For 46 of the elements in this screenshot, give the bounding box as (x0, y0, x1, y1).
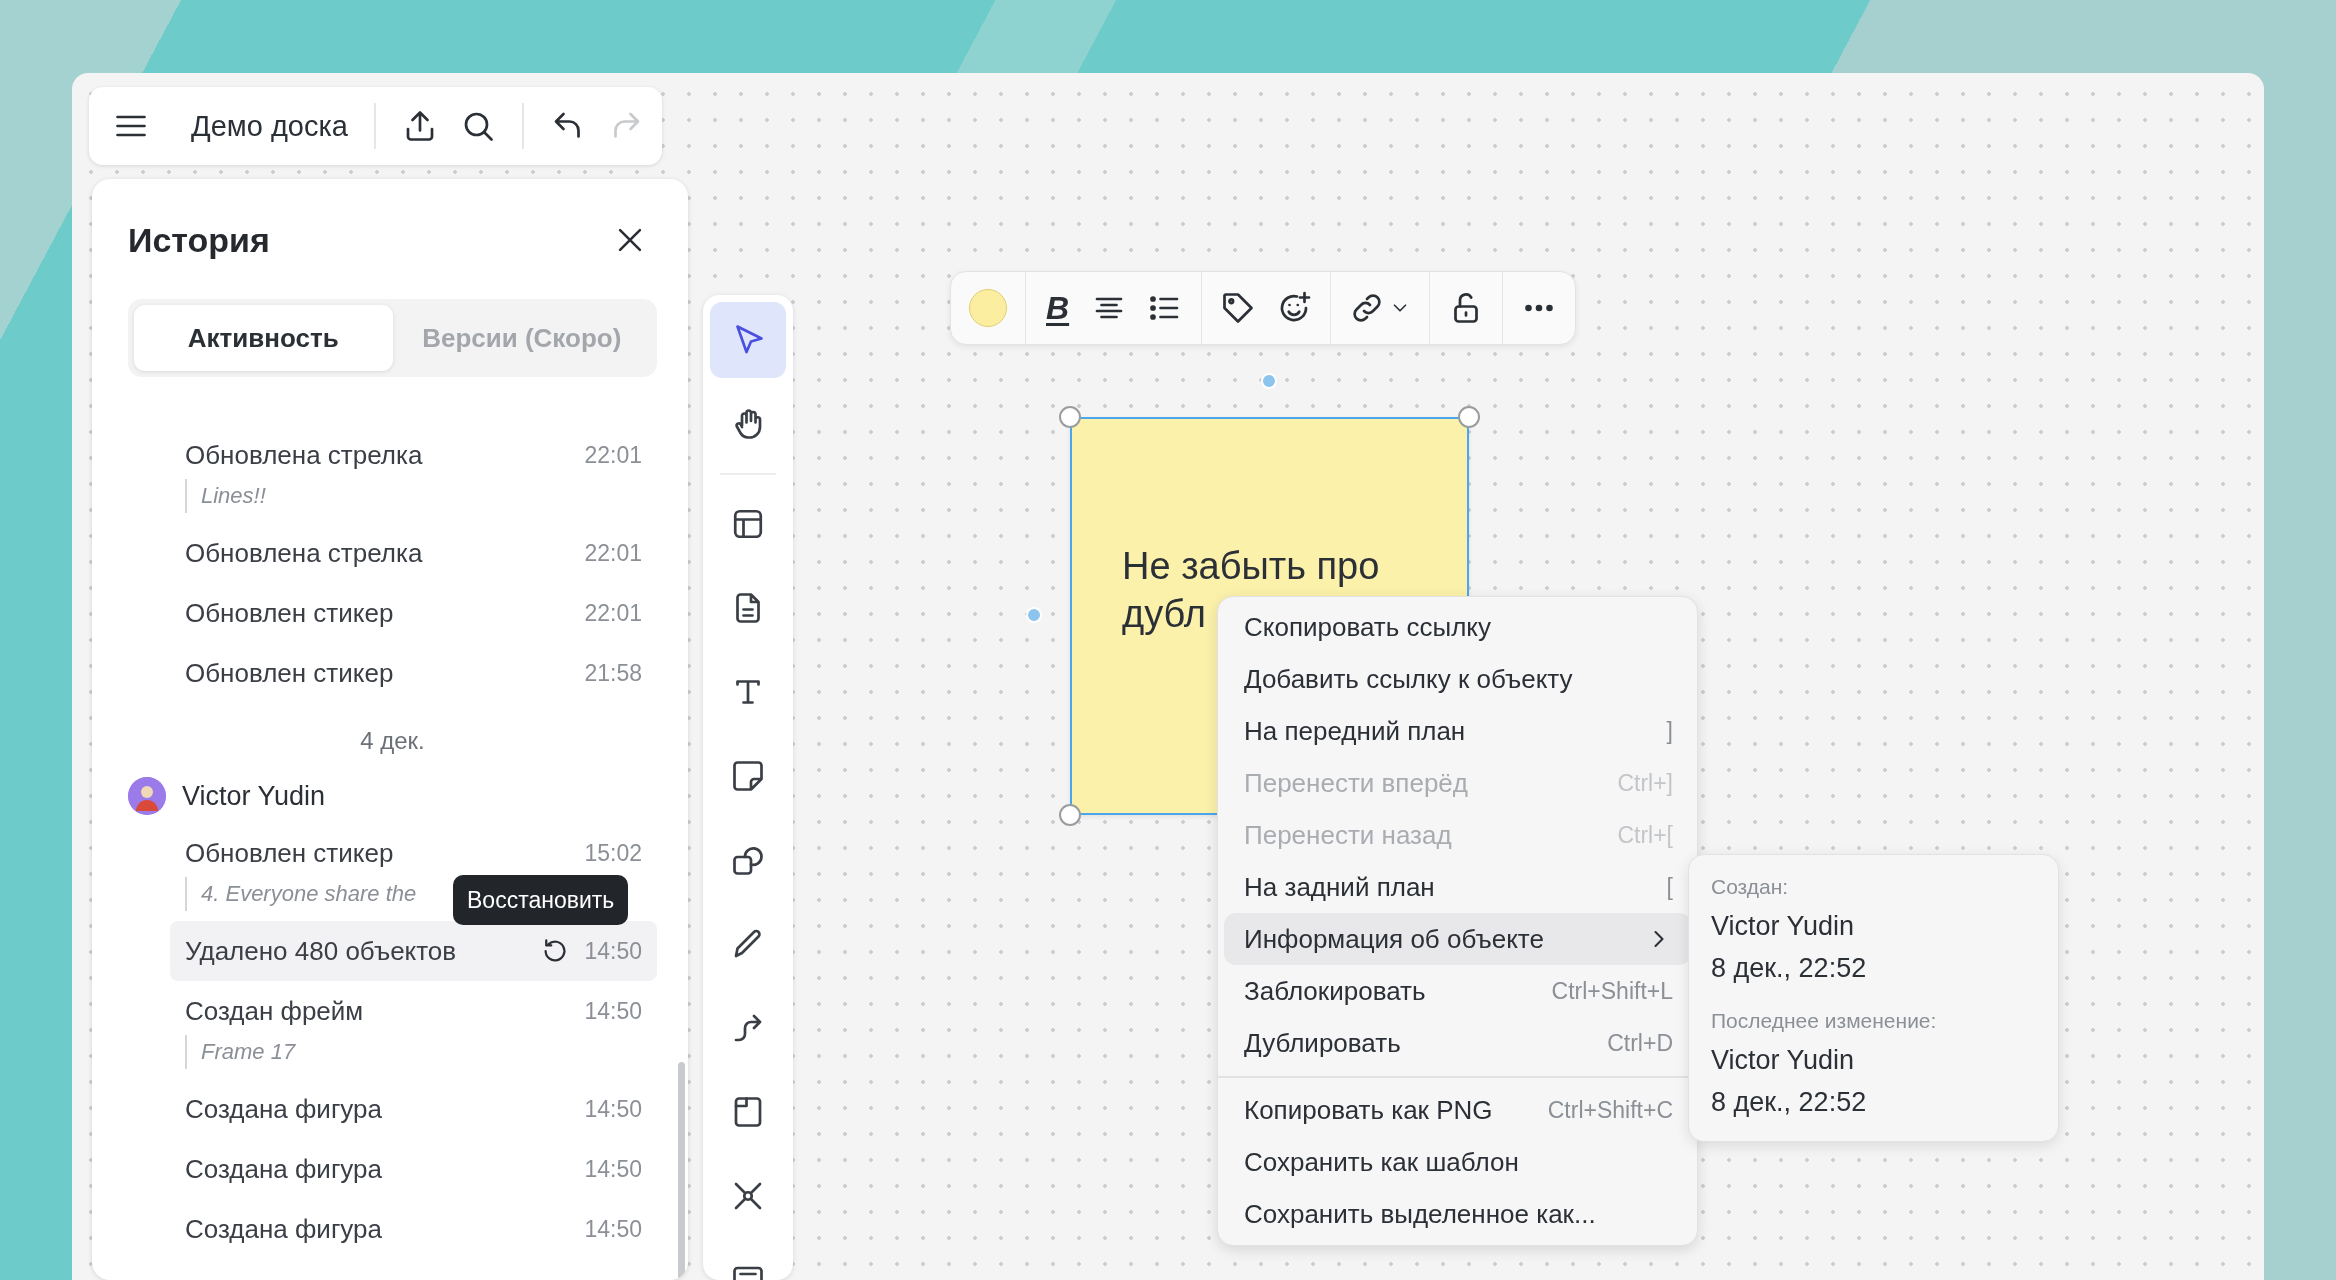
menu-item[interactable]: Заблокировать Ctrl+Shift+L (1224, 965, 1691, 1017)
sticky-text: дубл (1122, 592, 1206, 637)
info-label: Последнее изменение: (1711, 1008, 1938, 1034)
resize-handle[interactable] (1458, 406, 1480, 428)
scrollbar[interactable] (678, 1062, 685, 1280)
shortcut-hint: Ctrl+Shift+L (1551, 977, 1673, 1005)
shortcut-hint: Ctrl+Shift+C (1547, 1097, 1673, 1124)
menu-item[interactable]: Сохранить как шаблон (1224, 1136, 1691, 1189)
bold-button[interactable]: B (1044, 289, 1072, 327)
menu-item[interactable]: Сохранить выделенное как... (1224, 1188, 1691, 1241)
tool-button[interactable] (710, 302, 786, 378)
sticky-text: Не забыть про (1122, 544, 1380, 589)
shortcut-hint: [ (1666, 873, 1673, 901)
menu-item[interactable]: Добавить ссылку к объекту (1224, 653, 1691, 705)
menu-item[interactable]: Информация об объекте (1224, 913, 1691, 965)
shortcut-hint: ] (1666, 717, 1673, 745)
resize-handle[interactable] (1059, 804, 1081, 826)
menu-item[interactable]: Скопировать ссылку (1224, 601, 1691, 653)
sticky-note-icon (730, 758, 766, 794)
tab[interactable]: Активность (134, 305, 393, 371)
info-value: 8 дек., 22:52 (1711, 1086, 1868, 1119)
tooltip: Восстановить (453, 875, 629, 925)
menu-item[interactable]: Копировать как PNG Ctrl+Shift+C (1224, 1084, 1691, 1137)
resize-handle[interactable] (1059, 406, 1081, 428)
history-entry[interactable]: Обновлен стикер 21:58 (170, 643, 657, 703)
info-value: Victor Yudin (1711, 1044, 1856, 1077)
history-entry[interactable]: Создан фрейм 14:50 Frame 17 (170, 981, 657, 1079)
date-separator: 4 дек. (359, 726, 426, 756)
avatar (128, 777, 166, 815)
history-entry[interactable]: Создана фигура 14:50 (170, 1139, 657, 1199)
user-name: Victor Yudin (182, 780, 326, 812)
panel-title: История (128, 220, 270, 260)
history-entry[interactable]: Создана фигура 14:50 (170, 1079, 657, 1139)
board-title[interactable]: Демо доска (191, 109, 348, 143)
history-entry[interactable]: Обновлена стрелка 22:01 (170, 523, 657, 583)
menu-item[interactable]: На передний план ] (1224, 705, 1691, 757)
info-value: 8 дек., 22:52 (1711, 952, 1868, 985)
history-entry[interactable]: Обновлен стикер 22:01 (170, 583, 657, 643)
info-value: Victor Yudin (1711, 910, 1856, 943)
info-label: Создан: (1711, 874, 1790, 900)
color-swatch[interactable] (969, 289, 1007, 327)
history-entry[interactable]: Обновлена стрелка 22:01 Lines!! (170, 425, 657, 523)
menu-item[interactable]: На задний план [ (1224, 861, 1691, 913)
history-entry[interactable]: Создана фигура 14:50 (170, 1199, 657, 1259)
menu-item[interactable]: Дублировать Ctrl+D (1224, 1017, 1691, 1069)
shortcut-hint: Ctrl+D (1607, 1029, 1673, 1057)
